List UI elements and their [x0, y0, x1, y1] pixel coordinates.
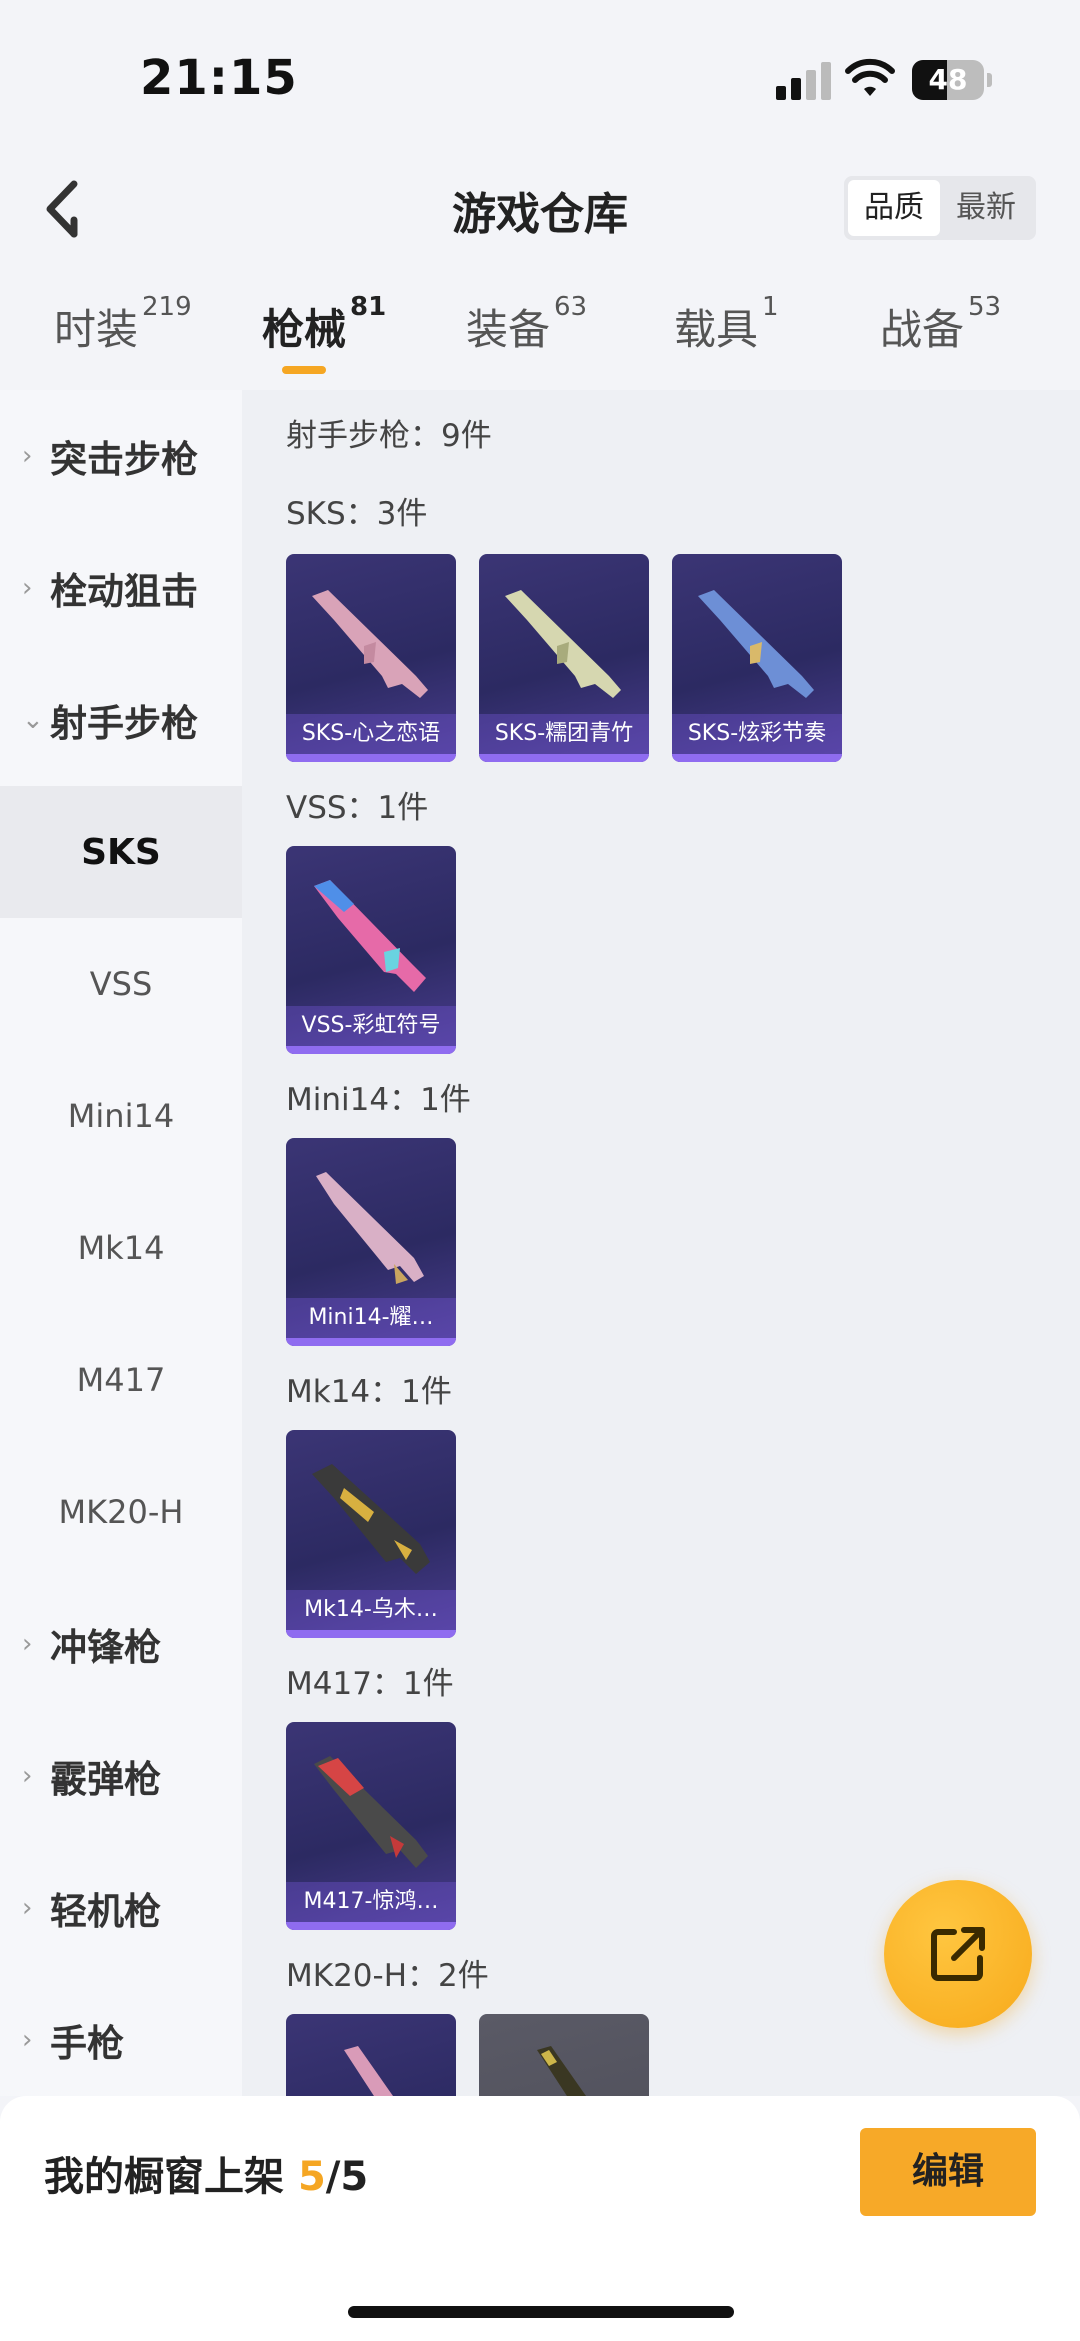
sort-toggle: 品质 最新 — [844, 176, 1036, 240]
showcase-status: 我的橱窗上架 5/5 — [44, 2144, 368, 2202]
sidebar-item-label: 手枪 — [50, 2022, 124, 2065]
item-card[interactable]: Mini14-耀… — [286, 1138, 456, 1346]
item-name: M417-惊鸿… — [286, 1882, 456, 1922]
item-name: SKS-心之恋语 — [286, 714, 456, 754]
sidebar-item-label: 射手步枪 — [50, 702, 198, 745]
chevron-right-icon: › — [22, 2025, 33, 2055]
bottom-bar: 我的橱窗上架 5/5 编辑 — [0, 2096, 1080, 2341]
tab-label: 载具 — [674, 305, 759, 354]
rifle-icon — [314, 880, 426, 992]
tab-count: 53 — [968, 292, 1002, 322]
group-heading: 射手步枪：9件 — [286, 418, 492, 454]
tab-label: 枪械 — [262, 305, 347, 354]
item-grid: 射手步枪：9件 SKS：3件 SKS-心之恋语 SKS-糯团青竹 SKS-炫彩节… — [242, 390, 1080, 2096]
category-tabs: 时装 219 枪械 81 装备 63 载具 1 战备 53 — [0, 292, 1080, 376]
tab-count: 1 — [762, 292, 779, 322]
item-card[interactable]: M417-惊鸿… — [286, 1722, 456, 1930]
signal-icon — [776, 60, 836, 100]
chevron-right-icon: › — [22, 573, 33, 603]
item-card[interactable]: Mk14-乌木… — [286, 1430, 456, 1638]
sidebar-item-marksman-rifle[interactable]: ⌄ 射手步枪 — [0, 654, 242, 786]
home-indicator — [348, 2306, 734, 2318]
item-card[interactable]: SKS-糯团青竹 — [479, 554, 649, 762]
rifle-icon — [505, 590, 621, 698]
chevron-right-icon: › — [22, 441, 33, 471]
rifle-icon — [537, 2046, 586, 2096]
section-heading-mk20h: MK20-H：2件 — [286, 1958, 489, 1994]
sidebar: › 突击步枪 › 栓动狙击 ⌄ 射手步枪 SKS VSS Mini14 Mk14 M4… — [0, 390, 242, 2096]
tab-count: 81 — [350, 292, 387, 322]
sidebar-item-assault-rifle[interactable]: › 突击步枪 — [0, 390, 242, 522]
showcase-total: 5 — [340, 2154, 369, 2200]
tab-fashion[interactable]: 时装 219 — [54, 292, 192, 357]
item-card[interactable] — [286, 2014, 456, 2096]
sidebar-item-mk14[interactable]: Mk14 — [0, 1182, 242, 1314]
sort-option-quality[interactable]: 品质 — [848, 180, 940, 236]
showcase-separator: / — [325, 2154, 341, 2200]
item-name: SKS-糯团青竹 — [479, 714, 649, 754]
tab-guns[interactable]: 枪械 81 — [262, 292, 386, 357]
item-name: VSS-彩虹符号 — [286, 1006, 456, 1046]
active-tab-indicator — [282, 366, 326, 374]
showcase-current: 5 — [297, 2154, 326, 2200]
item-name: SKS-炫彩节奏 — [672, 714, 842, 754]
rifle-icon — [314, 1756, 428, 1868]
sidebar-item-mini14[interactable]: Mini14 — [0, 1050, 242, 1182]
wifi-icon — [845, 58, 895, 96]
status-time: 21:15 — [140, 50, 298, 106]
status-bar: 21:15 48 — [0, 0, 1080, 150]
tab-vehicles[interactable]: 载具 1 — [674, 292, 779, 357]
rifle-icon — [312, 1464, 430, 1574]
sidebar-item-label: 霰弹枪 — [50, 1758, 161, 1801]
tab-supplies[interactable]: 战备 53 — [880, 292, 1001, 357]
section-heading-m417: M417：1件 — [286, 1666, 454, 1702]
sidebar-item-pistol[interactable]: › 手枪 — [0, 1974, 242, 2106]
tab-count: 219 — [142, 292, 192, 322]
chevron-right-icon: › — [22, 1761, 33, 1791]
sidebar-item-vss[interactable]: VSS — [0, 918, 242, 1050]
share-export-icon — [931, 1927, 985, 1981]
sidebar-item-mk20h[interactable]: MK20-H — [0, 1446, 242, 1578]
section-heading-sks: SKS：3件 — [286, 496, 428, 532]
sidebar-item-sks[interactable]: SKS — [0, 786, 242, 918]
sidebar-item-m417[interactable]: M417 — [0, 1314, 242, 1446]
sidebar-item-label: 栓动狙击 — [50, 570, 198, 613]
battery-percent: 48 — [928, 63, 968, 96]
tab-label: 战备 — [880, 305, 965, 354]
rifle-icon — [344, 2046, 393, 2096]
sidebar-item-label: 突击步枪 — [50, 438, 198, 481]
section-heading-vss: VSS：1件 — [286, 790, 429, 826]
sidebar-item-lmg[interactable]: › 轻机枪 — [0, 1842, 242, 1974]
tab-equipment[interactable]: 装备 63 — [466, 292, 587, 357]
section-heading-mk14: Mk14：1件 — [286, 1374, 452, 1410]
sidebar-item-shotgun[interactable]: › 霰弹枪 — [0, 1710, 242, 1842]
rifle-icon — [316, 1172, 424, 1284]
item-card[interactable]: SKS-炫彩节奏 — [672, 554, 842, 762]
sort-option-latest[interactable]: 最新 — [940, 180, 1032, 236]
showcase-label: 我的橱窗上架 — [44, 2154, 298, 2200]
item-name: Mk14-乌木… — [286, 1590, 456, 1630]
sidebar-item-label: 冲锋枪 — [50, 1626, 161, 1669]
item-card[interactable] — [479, 2014, 649, 2096]
item-card[interactable]: VSS-彩虹符号 — [286, 846, 456, 1054]
battery-icon: 48 — [912, 60, 992, 100]
rifle-icon — [312, 590, 428, 698]
sidebar-item-smg[interactable]: › 冲锋枪 — [0, 1578, 242, 1710]
chevron-right-icon: › — [22, 1629, 33, 1659]
chevron-right-icon: › — [22, 1893, 33, 1923]
sidebar-item-bolt-sniper[interactable]: › 栓动狙击 — [0, 522, 242, 654]
chevron-down-icon: ⌄ — [22, 705, 44, 735]
rifle-icon — [698, 590, 814, 698]
item-card[interactable]: SKS-心之恋语 — [286, 554, 456, 762]
tab-label: 装备 — [466, 305, 551, 354]
item-name: Mini14-耀… — [286, 1298, 456, 1338]
section-heading-mini14: Mini14：1件 — [286, 1082, 471, 1118]
share-button[interactable] — [884, 1880, 1032, 2028]
edit-button[interactable]: 编辑 — [860, 2128, 1036, 2216]
tab-label: 时装 — [54, 305, 139, 354]
sidebar-item-label: 轻机枪 — [50, 1890, 161, 1933]
tab-count: 63 — [554, 292, 588, 322]
